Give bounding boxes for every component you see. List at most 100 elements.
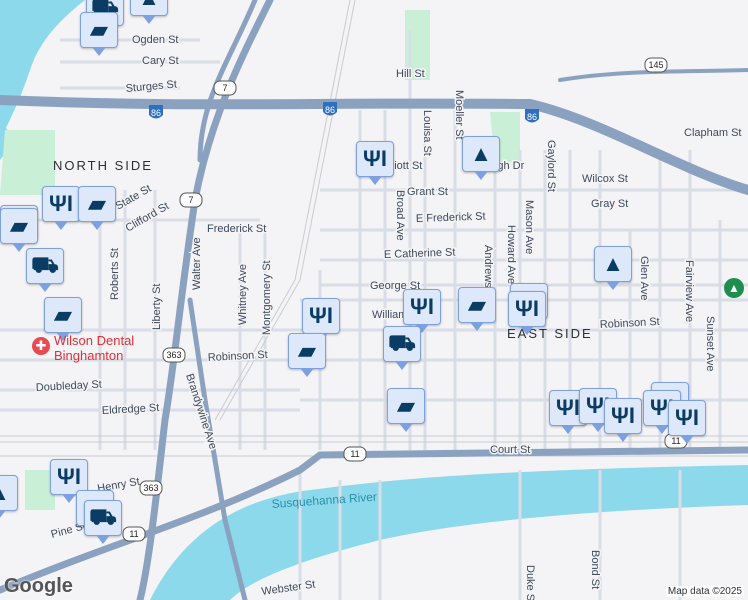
school-icon: ▲ <box>0 480 10 506</box>
shield-number: 86 <box>151 108 161 118</box>
shopping-bag-icon: ▰ <box>88 191 106 216</box>
shopping-cart-icon: ⛟ <box>31 251 59 277</box>
street-label: Court St <box>490 444 530 456</box>
shopping-bag-marker[interactable]: ▰ <box>288 333 326 377</box>
rail-lines <box>0 0 748 457</box>
street-label: Mason Ave <box>523 200 535 254</box>
school-marker[interactable]: ▲ <box>594 246 632 290</box>
school-icon: ▲ <box>470 141 492 166</box>
street-label: Webster St <box>261 579 316 598</box>
shopping-bag-marker[interactable]: ▰ <box>387 388 425 432</box>
street-label: Sturges St <box>125 79 177 95</box>
restaurant-marker[interactable]: ΨI <box>604 398 642 442</box>
street-label: Robinson St <box>208 349 268 364</box>
map-attribution[interactable]: Map data ©2025 <box>665 586 744 597</box>
interstate-shield: 86 <box>525 109 539 123</box>
restaurant-icon: ΨI <box>49 191 73 216</box>
street-label: Gaylord St <box>545 140 557 192</box>
shopping-bag-icon: ▰ <box>54 302 72 327</box>
restaurant-icon: ΨI <box>57 464 81 489</box>
street-label: E Catherine St <box>384 247 456 261</box>
school-marker[interactable]: ▲ <box>462 136 500 180</box>
shopping-bag-icon: ▰ <box>10 213 28 238</box>
area-label-north-side: NORTH SIDE <box>53 158 153 173</box>
school-icon: ▲ <box>602 251 624 276</box>
restaurant-marker[interactable]: ΨI <box>302 298 340 342</box>
street-label: Eldredge St <box>102 402 160 417</box>
street-label: Bond St <box>589 550 601 589</box>
shield-number: 11 <box>129 529 138 539</box>
restaurant-icon: ΨI <box>309 303 333 328</box>
street-label: Moeller St <box>453 90 465 140</box>
street-label: Grant St <box>407 186 448 198</box>
street-label: E Frederick St <box>416 211 486 225</box>
restaurant-icon: ΨI <box>363 146 387 171</box>
interstate-shield: 86 <box>323 102 337 116</box>
restaurant-icon: ΨI <box>675 405 699 430</box>
restaurant-icon: ΨI <box>556 395 580 420</box>
street-label: Roberts St <box>109 248 121 300</box>
shopping-bag-icon: ▰ <box>468 292 486 317</box>
route-shield: 7 <box>179 192 203 208</box>
street-label: Sunset Ave <box>704 316 716 371</box>
shield-number: 86 <box>527 112 537 122</box>
school-icon: ▲ <box>138 0 160 11</box>
restaurant-marker[interactable]: ΨI <box>668 400 706 444</box>
street-label: Liberty St <box>151 284 163 330</box>
shield-number: 7 <box>222 83 227 93</box>
shield-number: 7 <box>188 195 193 205</box>
school-marker[interactable]: ▲ <box>0 475 18 519</box>
route-shield: 363 <box>139 480 163 496</box>
street-label: Howard Ave <box>505 225 517 284</box>
street-label: Gray St <box>591 198 628 210</box>
shopping-bag-marker[interactable]: ▰ <box>0 208 38 252</box>
street-label: Doubleday St <box>36 379 103 394</box>
interstate-shield: 86 <box>149 105 163 119</box>
shield-number: 145 <box>648 60 663 70</box>
street-label: Montgomery St <box>261 260 273 335</box>
shopping-bag-marker[interactable]: ▰ <box>44 297 82 341</box>
shopping-cart-marker[interactable]: ⛟ <box>383 326 421 370</box>
shopping-bag-marker[interactable]: ▰ <box>78 186 116 230</box>
restaurant-marker[interactable]: ΨI <box>403 289 441 333</box>
dental-icon: ✚ <box>32 337 50 355</box>
restaurant-icon: ΨI <box>515 296 539 321</box>
route-shield: 145 <box>644 57 668 73</box>
route-shield: 7 <box>213 80 237 96</box>
street-label: Broad Ave <box>394 190 406 241</box>
street-label: Frederick St <box>207 223 266 235</box>
shopping-bag-icon: ▰ <box>90 17 108 42</box>
park-tree-icon[interactable]: ▲ <box>724 278 744 298</box>
shopping-bag-marker[interactable]: ▰ <box>458 287 496 331</box>
shopping-cart-icon: ⛟ <box>388 329 416 355</box>
shopping-bag-icon: ▰ <box>397 393 415 418</box>
street-label: Walter Ave <box>191 237 203 290</box>
shield-number: 86 <box>325 105 335 115</box>
shopping-cart-icon: ⛟ <box>89 503 117 529</box>
restaurant-marker[interactable]: ΨI <box>356 141 394 185</box>
shopping-bag-marker[interactable]: ▰ <box>80 12 118 56</box>
street-label: Whitney Ave <box>237 264 249 325</box>
street-label: Duke St <box>524 565 536 600</box>
route-shield: 11 <box>122 526 146 542</box>
shopping-cart-marker[interactable]: ⛟ <box>26 248 64 292</box>
restaurant-marker[interactable]: ΨI <box>508 291 546 335</box>
poi-wilson-dental[interactable]: ✚ Wilson Dental Binghamton <box>32 333 174 363</box>
street-label: Glen Ave <box>638 256 650 300</box>
restaurant-icon: ΨI <box>410 294 434 319</box>
school-marker[interactable]: ▲ <box>130 0 168 24</box>
street-label: State St <box>114 183 154 213</box>
street-label: Hill St <box>396 68 425 80</box>
route-shield: 11 <box>343 446 367 462</box>
google-logo: Google <box>4 575 73 597</box>
street-label: Clapham St <box>684 127 741 139</box>
street-label: Ogden St <box>132 34 178 46</box>
shopping-bag-icon: ▰ <box>298 338 316 363</box>
street-label: Louisa St <box>421 110 433 156</box>
shield-number: 363 <box>143 483 158 493</box>
restaurant-icon: ΨI <box>611 403 635 428</box>
shield-number: 11 <box>350 449 359 459</box>
shopping-cart-marker[interactable]: ⛟ <box>84 500 122 544</box>
restaurant-marker[interactable]: ΨI <box>42 186 80 230</box>
street-label: Fairview Ave <box>683 260 695 322</box>
